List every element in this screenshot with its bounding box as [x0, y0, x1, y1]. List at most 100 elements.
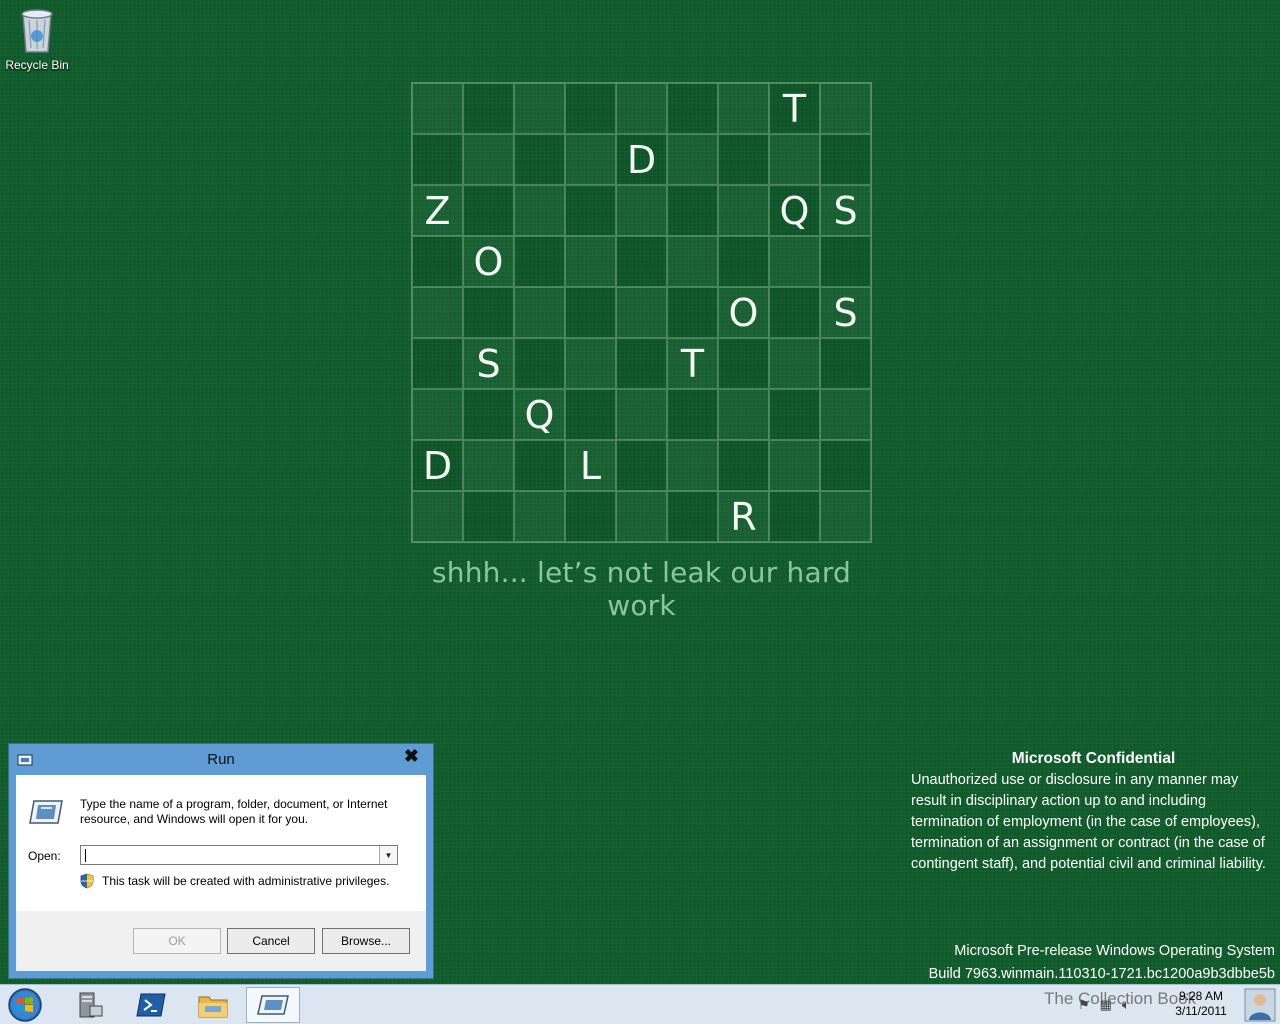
grid-cell: Q — [769, 185, 820, 236]
ok-button[interactable]: OK — [133, 928, 221, 954]
grid-cell: Z — [412, 185, 463, 236]
build-line-2: Build 7963.winmain.110310-1721.bc1200a9b… — [928, 966, 1275, 982]
uac-shield-icon — [80, 873, 94, 889]
taskbar-server-manager[interactable] — [62, 987, 116, 1023]
confidential-notice: Microsoft Confidential Unauthorized use … — [911, 748, 1276, 875]
run-program-icon — [28, 799, 64, 830]
speaker-icon[interactable]: 🔈︎ — [1122, 997, 1130, 1013]
build-info: Microsoft Pre-release Windows Operating … — [929, 940, 1275, 986]
desktop-icon-recycle-bin[interactable]: Recycle Bin — [4, 6, 70, 72]
grid-cell: D — [412, 440, 463, 491]
grid-cell — [667, 287, 718, 338]
grid-cell — [412, 134, 463, 185]
grid-cell — [565, 338, 616, 389]
run-title: Run — [207, 751, 235, 768]
desktop-icon-label: Recycle Bin — [5, 58, 69, 72]
grid-cell: O — [463, 236, 514, 287]
run-dialog: Run ✖ Type the name of a program, folder… — [8, 743, 434, 979]
letter-grid: TDZQSOOSSTQDLR — [411, 82, 872, 543]
grid-cell — [820, 440, 871, 491]
grid-cell — [463, 287, 514, 338]
taskbar-run[interactable] — [246, 987, 300, 1023]
clock[interactable]: 9:28 AM 3/11/2011 — [1156, 989, 1246, 1019]
grid-cell — [616, 287, 667, 338]
grid-cell — [820, 134, 871, 185]
run-titlebar[interactable]: Run ✖ — [9, 744, 433, 775]
grid-cell — [769, 287, 820, 338]
clock-time: 9:28 AM — [1178, 989, 1224, 1003]
grid-cell — [514, 236, 565, 287]
grid-cell — [616, 389, 667, 440]
grid-cell — [412, 389, 463, 440]
grid-cell — [514, 491, 565, 542]
taskbar-powershell[interactable] — [124, 987, 178, 1023]
open-combobox[interactable]: ▼ — [80, 845, 398, 865]
grid-cell — [463, 491, 514, 542]
browse-button[interactable]: Browse... — [322, 928, 410, 954]
grid-cell — [718, 83, 769, 134]
grid-cell — [667, 83, 718, 134]
open-input[interactable] — [83, 847, 377, 863]
grid-cell — [616, 338, 667, 389]
grid-cell — [412, 338, 463, 389]
grid-cell — [616, 185, 667, 236]
grid-cell — [463, 134, 514, 185]
user-avatar[interactable] — [1244, 988, 1276, 1022]
run-icon — [257, 995, 289, 1015]
tagline: shhh... let’s not leak our hard work — [431, 556, 852, 622]
grid-cell — [769, 389, 820, 440]
grid-cell — [820, 338, 871, 389]
run-description: Type the name of a program, folder, docu… — [80, 797, 388, 826]
grid-cell — [667, 185, 718, 236]
grid-cell — [718, 134, 769, 185]
grid-cell: D — [616, 134, 667, 185]
grid-cell — [463, 389, 514, 440]
grid-cell: T — [769, 83, 820, 134]
cancel-button[interactable]: Cancel — [227, 928, 315, 954]
grid-cell — [616, 491, 667, 542]
grid-cell — [514, 287, 565, 338]
grid-cell — [463, 440, 514, 491]
admin-note: This task will be created with administr… — [102, 874, 390, 888]
grid-cell — [667, 389, 718, 440]
grid-cell: S — [820, 185, 871, 236]
start-orb-icon — [8, 988, 42, 1022]
open-label: Open: — [28, 849, 61, 863]
network-icon[interactable]: ▦ — [1100, 997, 1112, 1013]
grid-cell — [820, 389, 871, 440]
grid-cell — [412, 236, 463, 287]
tray-icons: ⚑ ▦ 🔈︎ — [1078, 997, 1130, 1013]
chevron-down-icon[interactable]: ▼ — [379, 846, 397, 864]
text-caret — [85, 849, 86, 862]
grid-cell — [667, 440, 718, 491]
grid-cell: O — [718, 287, 769, 338]
grid-cell: R — [718, 491, 769, 542]
taskbar-file-explorer[interactable] — [186, 987, 240, 1023]
grid-cell — [769, 236, 820, 287]
close-icon[interactable]: ✖ — [404, 746, 419, 767]
grid-cell — [412, 491, 463, 542]
grid-cell — [565, 134, 616, 185]
grid-cell — [616, 236, 667, 287]
admin-note-row: This task will be created with administr… — [80, 873, 389, 889]
flag-icon[interactable]: ⚑ — [1078, 997, 1090, 1013]
grid-cell — [820, 491, 871, 542]
grid-cell — [769, 491, 820, 542]
grid-cell — [565, 83, 616, 134]
taskbar: The Collection Book ⚑ ▦ 🔈︎ 9:28 AM 3/11/… — [0, 984, 1280, 1024]
grid-cell — [667, 134, 718, 185]
grid-cell — [565, 287, 616, 338]
grid-cell — [514, 185, 565, 236]
server-manager-icon — [79, 992, 103, 1018]
grid-cell — [820, 236, 871, 287]
confidential-text: Unauthorized use or disclosure in any ma… — [911, 772, 1266, 872]
start-button[interactable] — [4, 987, 46, 1023]
grid-cell — [463, 83, 514, 134]
grid-cell — [718, 338, 769, 389]
grid-cell — [514, 338, 565, 389]
user-icon — [1244, 988, 1276, 1022]
grid-cell: L — [565, 440, 616, 491]
grid-cell — [718, 185, 769, 236]
grid-cell — [514, 134, 565, 185]
grid-cell — [565, 185, 616, 236]
